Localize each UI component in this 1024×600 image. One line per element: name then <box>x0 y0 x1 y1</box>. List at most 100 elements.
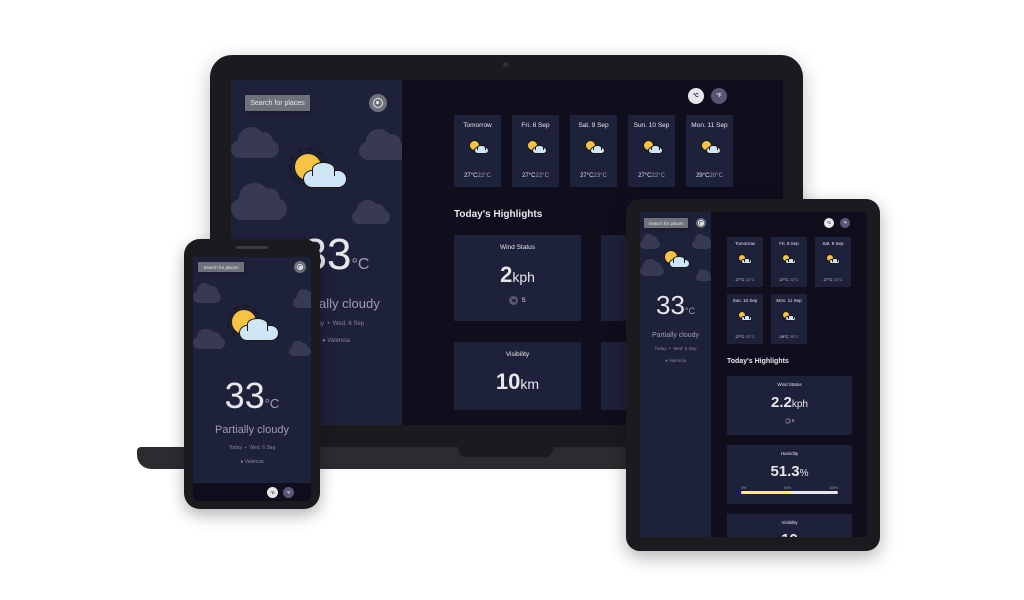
forecast-temps: 27°C 22°C <box>779 277 799 282</box>
background-cloud <box>696 269 711 281</box>
humidity-scale: 0% 50% 100% <box>741 486 838 490</box>
background-cloud <box>231 127 279 158</box>
current-condition: Partially cloudy <box>215 424 289 436</box>
crosshair-icon[interactable] <box>369 94 387 112</box>
forecast-temps: 27°C22°C <box>638 173 665 179</box>
forecast-day: Tomorrow <box>463 122 492 129</box>
forecast-card: Fri. 8 Sep 27°C22°C <box>512 115 559 187</box>
background-cloud <box>640 233 660 249</box>
current-date: Today • Wed. 6 Sep <box>228 445 276 451</box>
visibility-value: 10 <box>727 531 852 537</box>
background-cloud <box>193 328 225 349</box>
wind-status-label: Wind Status <box>777 382 802 387</box>
pin-icon: ● <box>322 338 326 344</box>
background-cloud <box>289 340 311 356</box>
forecast-card: Sun. 10 Sep 27°C 22°C <box>727 294 763 344</box>
sun-cloud-icon <box>701 140 721 156</box>
sun-cloud-icon <box>738 311 752 322</box>
wind-direction: S <box>727 418 852 424</box>
forecast-card: Fri. 8 Sep 27°C 22°C <box>771 237 807 287</box>
forecast-card: Sun. 10 Sep 27°C22°C <box>628 115 675 187</box>
sun-cloud-icon <box>289 148 351 193</box>
visibility-value: 10km <box>495 369 540 394</box>
forecast-card: Sat. 9 Sep 27°C 23°C <box>815 237 851 287</box>
forecast-day: Fri. 8 Sep <box>779 241 799 246</box>
forecast-temps: 27°C22°C <box>464 173 491 179</box>
background-cloud <box>692 233 711 249</box>
forecast-day: Tomorrow <box>735 241 755 246</box>
pin-icon: ● <box>665 358 668 363</box>
wind-status-card: Wind Status 2kph S <box>454 235 581 321</box>
background-cloud <box>640 259 664 276</box>
humidity-card: Humidity 51.3% 0% 50% 100% <box>727 445 852 504</box>
visibility-label: Visibility <box>505 351 530 358</box>
current-date: Today • Wed. 6 Sep <box>654 346 697 351</box>
celsius-button[interactable]: °C <box>688 88 704 104</box>
humidity-progress-bar <box>741 491 838 494</box>
forecast-day: Fri. 8 Sep <box>521 122 550 129</box>
sun-cloud-icon <box>469 140 489 156</box>
forecast-temps: 27°C22°C <box>522 173 549 179</box>
laptop-camera <box>503 62 508 67</box>
phone-screen: Search for places 33°C Partially cloudy … <box>193 257 311 501</box>
sun-cloud-icon <box>662 248 692 270</box>
sun-cloud-icon <box>782 254 796 265</box>
sidebar: Search for places 33°C Partially cloudy … <box>640 212 711 537</box>
phone-speaker <box>236 246 268 249</box>
wind-direction: S <box>454 296 581 305</box>
search-button[interactable]: Search for places <box>644 218 688 228</box>
wind-status-value: 2kph <box>500 262 535 287</box>
fahrenheit-button[interactable]: °F <box>283 487 294 498</box>
sun-cloud-icon <box>738 254 752 265</box>
search-button[interactable]: Search for places <box>198 262 244 272</box>
compass-icon <box>784 418 791 424</box>
crosshair-icon[interactable] <box>294 261 306 273</box>
background-cloud <box>293 289 311 308</box>
forecast-card: Tomorrow 27°C22°C <box>454 115 501 187</box>
forecast-temps: 29°C20°C <box>696 173 723 179</box>
fahrenheit-button[interactable]: °F <box>711 88 727 104</box>
device-mockup-stage: Search for places 33°C Partially cloudy … <box>0 0 1024 600</box>
celsius-button[interactable]: °C <box>267 487 278 498</box>
highlights-title: Today's Highlights <box>727 358 789 365</box>
crosshair-icon[interactable] <box>696 218 706 228</box>
forecast-card: Mon. 11 Sep 29°C 20°C <box>771 294 807 344</box>
sun-cloud-icon <box>227 305 283 345</box>
search-button[interactable]: Search for places <box>245 95 310 111</box>
current-location: ● Valencia <box>665 358 686 363</box>
forecast-day: Sat. 9 Sep <box>578 122 609 129</box>
humidity-label: Humidity <box>780 451 799 456</box>
current-temperature: 33°C <box>655 290 696 320</box>
sun-cloud-icon <box>643 140 663 156</box>
highlights-title: Today's Highlights <box>454 209 543 220</box>
forecast-temps: 27°C 22°C <box>735 277 755 282</box>
background-cloud <box>359 129 402 160</box>
current-location: ● Valencia <box>240 459 264 465</box>
forecast-temps: 27°C 23°C <box>823 277 843 282</box>
visibility-card: Visibility 10 <box>727 514 852 537</box>
pin-icon: ● <box>240 459 244 465</box>
forecast-day: Sun. 10 Sep <box>732 298 758 303</box>
fahrenheit-button[interactable]: °F <box>840 218 850 228</box>
humidity-progress-fill <box>741 491 791 494</box>
celsius-button[interactable]: °C <box>824 218 834 228</box>
main-panel: °C °F Tomorrow 27°C 22°C Fri. 8 Sep 27°C… <box>711 212 867 537</box>
current-condition: Partially cloudy <box>651 332 700 339</box>
compass-icon <box>509 296 519 305</box>
laptop-notch <box>458 447 553 457</box>
forecast-temps: 27°C23°C <box>580 173 607 179</box>
sun-cloud-icon <box>782 311 796 322</box>
background-cloud <box>352 200 390 224</box>
forecast-card: Tomorrow 27°C 22°C <box>727 237 763 287</box>
forecast-day: Mon. 11 Sep <box>776 298 802 303</box>
scale-50: 50% <box>784 486 792 490</box>
tablet-screen: Search for places 33°C Partially cloudy … <box>640 212 867 537</box>
background-cloud <box>193 282 221 303</box>
wind-status-value: 2.2kph <box>771 394 808 411</box>
forecast-day: Sat. 9 Sep <box>822 241 844 246</box>
forecast-card: Sat. 9 Sep 27°C23°C <box>570 115 617 187</box>
forecast-temps: 27°C 22°C <box>735 334 755 339</box>
scale-100: 100% <box>829 486 838 490</box>
sun-cloud-icon <box>527 140 547 156</box>
forecast-day: Mon. 11 Sep <box>691 122 728 129</box>
